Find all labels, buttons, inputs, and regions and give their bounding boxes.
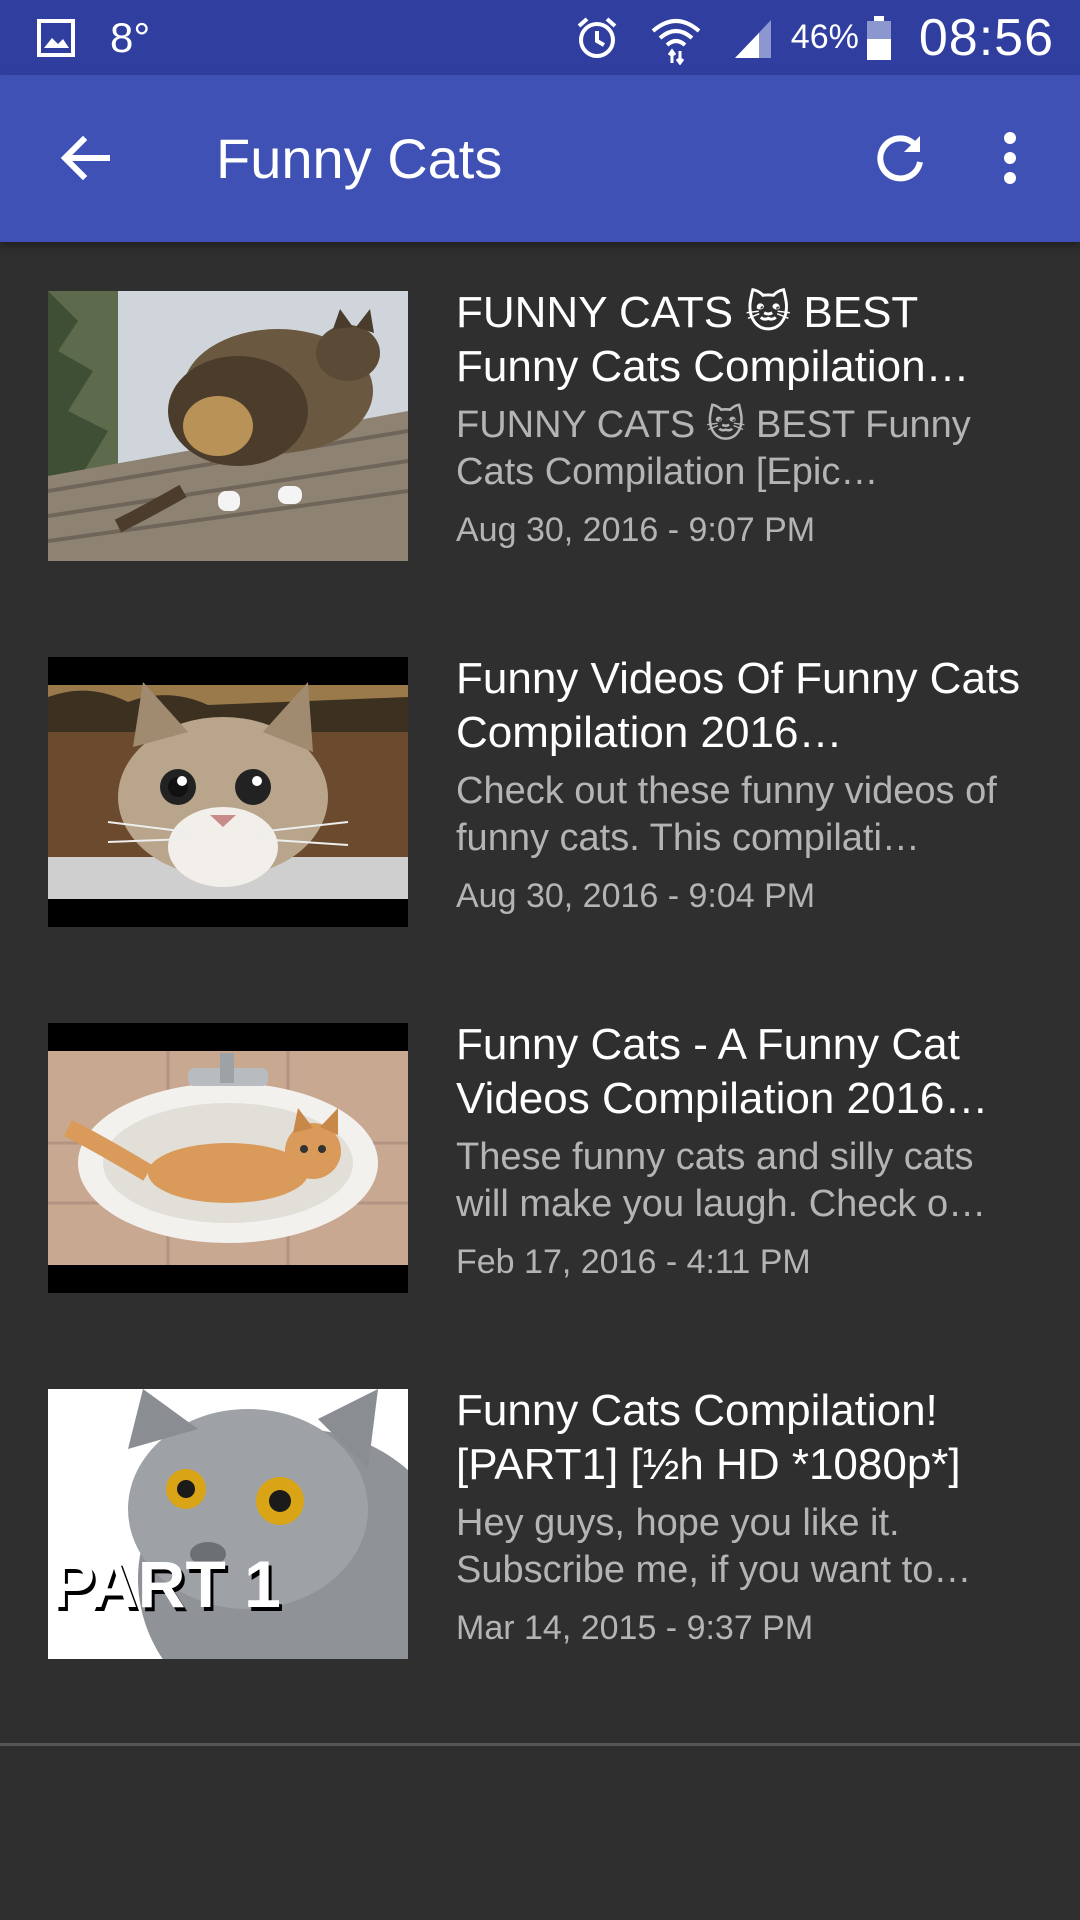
more-options-button[interactable] (975, 125, 1045, 195)
video-list-item[interactable]: Funny Cats - A Funny Cat Videos Compilat… (0, 974, 1080, 1340)
video-date: Feb 17, 2016 - 4:11 PM (456, 1243, 811, 1281)
video-text: Funny Videos Of Funny Cats Compilation 2… (456, 652, 1036, 918)
wifi-icon (649, 11, 703, 65)
signal-icon (729, 14, 777, 62)
alarm-icon (573, 14, 621, 62)
back-arrow-icon (59, 132, 111, 189)
battery-percent: 46% (790, 18, 859, 56)
video-description: Check out these funny videos of funny ca… (456, 770, 997, 859)
page-title: Funny Cats (216, 127, 503, 190)
cat-on-fence-thumbnail (48, 291, 408, 561)
app-bar: Funny Cats (0, 75, 1080, 242)
thumbnail-text: PART 1 (51, 1547, 281, 1621)
grey-cat-part1-thumbnail: PART 1 PART 1 (48, 1389, 408, 1659)
video-text: FUNNY CATS 🐱 BEST Funny Cats Compilation… (456, 286, 1036, 552)
status-bar: 8° 46% 08:56 (0, 0, 1080, 75)
video-date: Aug 30, 2016 - 9:04 PM (456, 877, 816, 915)
clock: 08:56 (918, 8, 1054, 67)
video-list-item[interactable]: FUNNY CATS 🐱 BEST Funny Cats Compilation… (0, 242, 1080, 608)
video-title: Funny Cats - A Funny Cat Videos Compilat… (456, 1020, 989, 1123)
video-description: FUNNY CATS 🐱 BEST Funny Cats Compilation… (456, 404, 971, 493)
video-date: Mar 14, 2015 - 9:37 PM (456, 1609, 814, 1647)
cat-in-sink-thumbnail (48, 1023, 408, 1293)
video-description: These funny cats and silly cats will mak… (456, 1136, 987, 1225)
temperature: 8° (110, 13, 151, 61)
video-list-item[interactable]: PART 1 PART 1 Funny Cats Compilation! [P… (0, 1340, 1080, 1706)
back-button[interactable] (50, 125, 120, 195)
video-description: Hey guys, hope you like it. Subscribe me… (456, 1502, 972, 1591)
more-vert-icon (1000, 130, 1020, 191)
video-title: FUNNY CATS 🐱 BEST Funny Cats Compilation… (456, 288, 970, 391)
gallery-icon (36, 18, 76, 58)
video-list-item[interactable]: Funny Videos Of Funny Cats Compilation 2… (0, 608, 1080, 974)
list-divider (0, 1743, 1080, 1746)
video-text: Funny Cats Compilation! [PART1] [½h HD *… (456, 1384, 1036, 1650)
video-title: Funny Videos Of Funny Cats Compilation 2… (456, 654, 1021, 757)
refresh-button[interactable] (860, 125, 940, 195)
refresh-icon (872, 130, 928, 191)
battery-icon (865, 14, 893, 62)
video-text: Funny Cats - A Funny Cat Videos Compilat… (456, 1018, 1036, 1284)
surprised-kitten-thumbnail (48, 657, 408, 927)
video-title: Funny Cats Compilation! [PART1] [½h HD *… (456, 1386, 961, 1489)
video-date: Aug 30, 2016 - 9:07 PM (456, 511, 816, 549)
